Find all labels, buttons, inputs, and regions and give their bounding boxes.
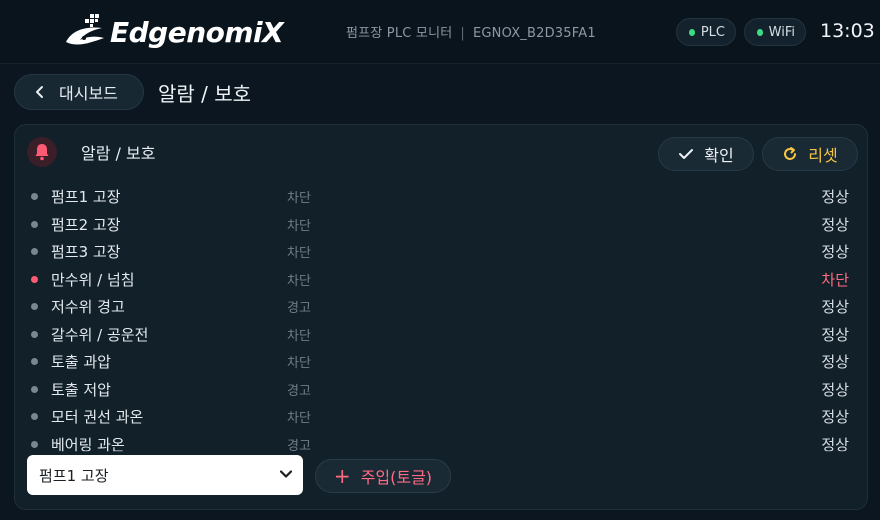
alarm-name: 펌프3 고장 bbox=[51, 243, 121, 262]
alarm-type: 차단 bbox=[287, 246, 311, 262]
alarm-row: 저수위 경고 경고 정상 bbox=[15, 293, 867, 321]
acknowledge-label: 확인 bbox=[704, 146, 734, 165]
panel-title: 알람 / 보호 bbox=[81, 144, 156, 163]
plc-status-dot-icon bbox=[689, 28, 695, 36]
chevron-down-icon bbox=[279, 467, 293, 485]
alarm-name: 펌프2 고장 bbox=[51, 215, 121, 234]
alarm-status-dot-icon bbox=[31, 358, 38, 366]
alarm-list: 펌프1 고장 차단 정상 펌프2 고장 차단 정상 펌프3 고장 차단 정상 만수위 / 넘침 차단… bbox=[15, 183, 867, 453]
site-name: 펌프장 PLC 모니터 bbox=[346, 26, 453, 41]
plus-icon: + bbox=[333, 464, 351, 488]
alarm-type: 경고 bbox=[287, 301, 311, 317]
alarm-row: 펌프2 고장 차단 정상 bbox=[15, 211, 867, 239]
info-separator: | bbox=[460, 26, 465, 41]
alarm-name: 저수위 경고 bbox=[51, 298, 125, 317]
brand-logo: EdgenomiX bbox=[62, 12, 284, 52]
alarm-status-dot-icon bbox=[31, 193, 38, 201]
alarm-row: 토출 저압 경고 정상 bbox=[15, 376, 867, 404]
alarm-type: 경고 bbox=[287, 383, 311, 399]
alarm-status-dot-icon bbox=[31, 385, 38, 393]
plc-status-label: PLC bbox=[700, 24, 725, 40]
alarm-inject-select[interactable]: 펌프1 고장 bbox=[27, 455, 303, 495]
alarm-row: 펌프1 고장 차단 정상 bbox=[15, 183, 867, 211]
alarm-state: 정상 bbox=[821, 325, 849, 344]
panel-header: 알람 / 보호 bbox=[27, 137, 155, 167]
alarm-name: 갈수위 / 공운전 bbox=[51, 325, 149, 344]
inject-bar: 펌프1 고장 + 주입(토글) bbox=[15, 451, 867, 509]
alarm-state: 정상 bbox=[821, 380, 849, 399]
device-info: 펌프장 PLC 모니터 | EGNOX_B2D35FA1 bbox=[346, 22, 596, 41]
alarm-status-dot-icon bbox=[31, 413, 38, 421]
alarm-name: 토출 과압 bbox=[51, 353, 111, 372]
alarm-status-dot-icon bbox=[31, 248, 38, 256]
device-id: EGNOX_B2D35FA1 bbox=[472, 26, 596, 41]
alarm-name: 모터 권선 과온 bbox=[51, 408, 144, 427]
clock: 13:03 bbox=[820, 20, 875, 42]
bell-icon bbox=[27, 137, 57, 167]
reset-button[interactable]: 리셋 bbox=[762, 137, 858, 171]
plc-status-badge: PLC bbox=[676, 18, 736, 46]
alarm-state: 정상 bbox=[821, 188, 849, 207]
alarm-state: 정상 bbox=[821, 408, 849, 427]
wifi-status-badge: WiFi bbox=[744, 18, 806, 46]
wifi-status-dot-icon bbox=[757, 28, 763, 36]
alarm-row: 모터 권선 과온 차단 정상 bbox=[15, 403, 867, 431]
alarm-row: 만수위 / 넘침 차단 차단 bbox=[15, 266, 867, 294]
alarm-state: 정상 bbox=[821, 243, 849, 262]
alarm-status-dot-icon bbox=[31, 220, 38, 228]
alarm-type: 차단 bbox=[287, 356, 311, 372]
page-title: 알람 / 보호 bbox=[158, 82, 252, 106]
alarm-type: 차단 bbox=[287, 411, 311, 427]
alarm-state: 정상 bbox=[821, 353, 849, 372]
acknowledge-button[interactable]: 확인 bbox=[658, 137, 754, 171]
alarm-name: 토출 저압 bbox=[51, 380, 111, 399]
alarm-panel: 알람 / 보호 확인 리셋 펌프1 고장 차단 정상 펌프2 고장 차단 정상 펌프3 고장… bbox=[14, 124, 868, 510]
alarm-row: 갈수위 / 공운전 차단 정상 bbox=[15, 321, 867, 349]
brand-name: EdgenomiX bbox=[110, 15, 284, 49]
alarm-status-dot-icon bbox=[31, 330, 38, 338]
inject-toggle-button[interactable]: + 주입(토글) bbox=[315, 459, 451, 493]
alarm-state: 정상 bbox=[821, 298, 849, 317]
alarm-name: 펌프1 고장 bbox=[51, 188, 121, 207]
inject-toggle-label: 주입(토글) bbox=[360, 468, 433, 487]
alarm-status-dot-icon bbox=[31, 303, 38, 311]
alarm-type: 차단 bbox=[287, 273, 311, 289]
check-icon bbox=[679, 149, 694, 159]
alarm-inject-selected: 펌프1 고장 bbox=[39, 466, 109, 485]
chevron-left-icon bbox=[35, 85, 45, 99]
alarm-status-dot-icon bbox=[31, 440, 38, 448]
alarm-row: 베어링 과온 경고 정상 bbox=[15, 431, 867, 453]
top-header: EdgenomiX 펌프장 PLC 모니터 | EGNOX_B2D35FA1 PLC… bbox=[0, 0, 880, 64]
back-button-label: 대시보드 bbox=[59, 84, 118, 103]
alarm-state: 정상 bbox=[821, 215, 849, 234]
alarm-type: 차단 bbox=[287, 191, 311, 207]
refresh-icon bbox=[784, 147, 797, 160]
alarm-row: 토출 과압 차단 정상 bbox=[15, 348, 867, 376]
alarm-row: 펌프3 고장 차단 정상 bbox=[15, 238, 867, 266]
alarm-state: 차단 bbox=[821, 270, 849, 289]
back-to-dashboard-button[interactable]: 대시보드 bbox=[14, 74, 144, 110]
alarm-name: 만수위 / 넘침 bbox=[51, 270, 135, 289]
wifi-status-label: WiFi bbox=[768, 24, 795, 40]
alarm-type: 차단 bbox=[287, 328, 311, 344]
alarm-type: 차단 bbox=[287, 218, 311, 234]
alarm-status-dot-icon bbox=[31, 275, 38, 283]
reset-label: 리셋 bbox=[808, 146, 838, 165]
logo-mark-icon bbox=[62, 12, 108, 52]
